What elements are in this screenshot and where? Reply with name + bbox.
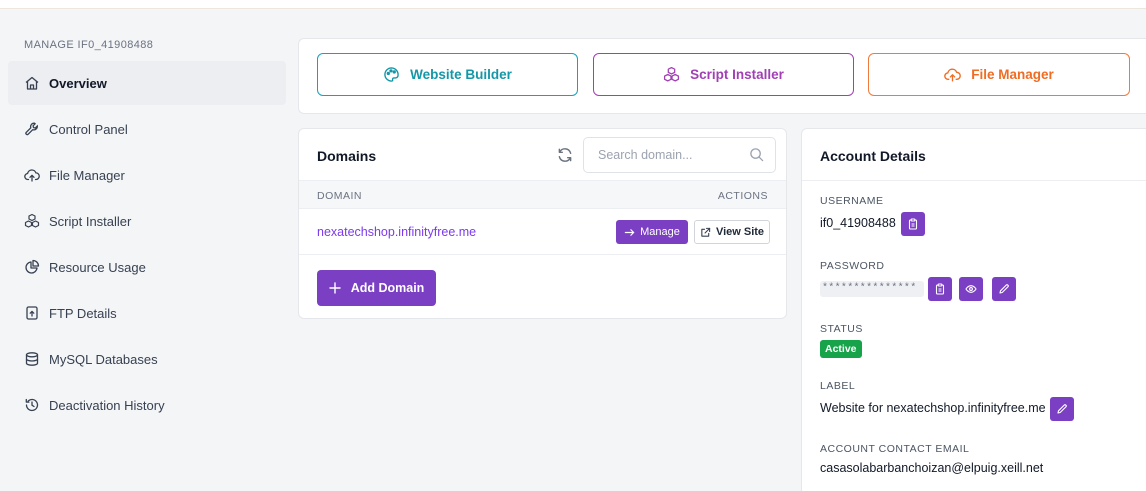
- account-details-title: Account Details: [820, 148, 926, 164]
- file-manager-label: File Manager: [971, 67, 1054, 82]
- divider: [802, 180, 1146, 181]
- database-icon: [25, 352, 39, 366]
- home-icon: [25, 76, 39, 90]
- view-site-label: View Site: [715, 226, 765, 238]
- script-installer-label: Script Installer: [690, 67, 784, 82]
- username-label: USERNAME: [820, 195, 884, 207]
- sidebar-heading: MANAGE IF0_41908488: [24, 39, 154, 51]
- pencil-icon: [1057, 404, 1067, 414]
- sidebar-item-label: Resource Usage: [49, 259, 146, 275]
- sidebar-item-control-panel[interactable]: Control Panel: [8, 107, 286, 151]
- label-value: Website for nexatechshop.infinityfree.me: [820, 401, 1046, 415]
- cloud-upload-icon: [944, 68, 962, 82]
- sidebar-item-ftp-details[interactable]: FTP Details: [8, 291, 286, 335]
- cloud-upload-icon: [24, 169, 40, 182]
- sidebar-item-label: FTP Details: [49, 305, 117, 321]
- domain-link[interactable]: nexatechshop.infinityfree.me: [317, 225, 476, 239]
- sidebar: MANAGE IF0_41908488 Overview Control Pan…: [0, 9, 288, 491]
- sidebar-item-label: Deactivation History: [49, 397, 165, 413]
- add-domain-button[interactable]: Add Domain: [317, 270, 436, 306]
- username-value: if0_41908488: [820, 216, 896, 230]
- sidebar-item-overview[interactable]: Overview: [8, 61, 286, 105]
- status-label: STATUS: [820, 323, 863, 335]
- column-actions: ACTIONS: [717, 190, 768, 202]
- copy-username-button[interactable]: [901, 212, 925, 236]
- sidebar-item-mysql-databases[interactable]: MySQL Databases: [8, 337, 286, 381]
- sidebar-item-script-installer[interactable]: Script Installer: [8, 199, 286, 243]
- column-domain: DOMAIN: [317, 190, 362, 202]
- manage-button[interactable]: Manage: [616, 220, 688, 244]
- contact-email-label: ACCOUNT CONTACT EMAIL: [820, 443, 970, 455]
- wrench-icon: [25, 122, 38, 136]
- view-site-button[interactable]: View Site: [694, 220, 770, 244]
- pencil-icon: [999, 284, 1009, 294]
- file-upload-icon: [26, 306, 38, 320]
- cubes-icon: [24, 213, 40, 228]
- clipboard-icon: [935, 283, 945, 295]
- website-builder-button[interactable]: Website Builder: [317, 53, 578, 96]
- script-installer-button[interactable]: Script Installer: [593, 53, 854, 96]
- sidebar-item-label: Control Panel: [49, 121, 128, 137]
- plus-icon: [328, 282, 341, 294]
- contact-email-value: casasolabarbanchoizan@elpuig.xeill.net: [820, 461, 1044, 475]
- external-link-icon: [701, 227, 711, 237]
- label-label: LABEL: [820, 380, 856, 392]
- file-manager-button[interactable]: File Manager: [868, 53, 1130, 96]
- arrow-right-icon: [624, 228, 635, 236]
- quick-actions: Website Builder Script Installer File Ma…: [298, 38, 1146, 114]
- sidebar-item-file-manager[interactable]: File Manager: [8, 153, 286, 197]
- sidebar-item-resource-usage[interactable]: Resource Usage: [8, 245, 286, 289]
- sidebar-item-label: Script Installer: [49, 213, 132, 229]
- cubes-icon: [664, 66, 680, 82]
- status-badge: Active: [820, 340, 862, 358]
- manage-label: Manage: [640, 226, 680, 238]
- sidebar-item-label: File Manager: [49, 167, 125, 183]
- eye-icon: [965, 285, 977, 293]
- password-label: PASSWORD: [820, 260, 885, 272]
- website-builder-label: Website Builder: [410, 67, 512, 82]
- edit-password-button[interactable]: [992, 277, 1016, 301]
- search-domain-input[interactable]: [583, 137, 776, 173]
- password-value: ***************: [820, 281, 924, 297]
- palette-icon: [384, 67, 399, 82]
- search-icon: [750, 148, 764, 162]
- pie-chart-icon: [25, 259, 40, 274]
- add-domain-label: Add Domain: [350, 281, 425, 295]
- domains-table-header: DOMAIN ACTIONS: [299, 180, 786, 209]
- refresh-icon[interactable]: [556, 146, 574, 164]
- top-bar: [0, 0, 1146, 9]
- sidebar-item-deactivation-history[interactable]: Deactivation History: [8, 383, 286, 427]
- clipboard-icon: [908, 218, 918, 230]
- account-details-card: Account Details USERNAME if0_41908488 PA…: [801, 128, 1146, 491]
- domains-title: Domains: [317, 148, 377, 164]
- domains-card: Domains DOMAIN ACTIONS nexatechshop.infi…: [298, 128, 787, 319]
- table-row: nexatechshop.infinityfree.me Manage View…: [299, 209, 786, 255]
- sidebar-item-label: Overview: [49, 75, 107, 91]
- edit-label-button[interactable]: [1050, 397, 1074, 421]
- show-password-button[interactable]: [959, 277, 983, 301]
- history-icon: [25, 398, 39, 412]
- sidebar-item-label: MySQL Databases: [49, 351, 158, 367]
- copy-password-button[interactable]: [928, 277, 952, 301]
